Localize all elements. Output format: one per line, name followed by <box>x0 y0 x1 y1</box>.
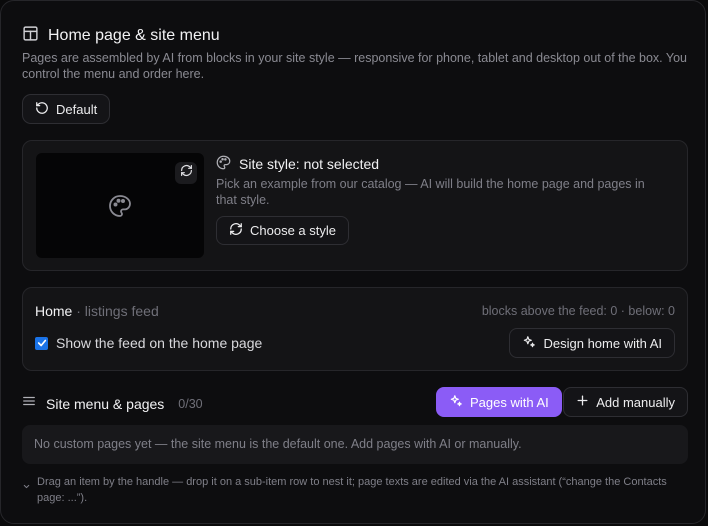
feed-title: Home · listings feed <box>35 303 159 319</box>
section-header: Home page & site menu <box>22 25 220 47</box>
settings-panel: Home page & site menu Pages are assemble… <box>0 0 706 524</box>
show-feed-label: Show the feed on the home page <box>56 335 263 351</box>
show-feed-toggle[interactable]: Show the feed on the home page <box>35 335 262 351</box>
refresh-icon <box>229 222 243 239</box>
empty-pages-message: No custom pages yet — the site menu is t… <box>22 425 688 464</box>
style-title: Site style: not selected <box>239 156 380 172</box>
pages-with-ai-button[interactable]: Pages with AI <box>436 387 562 417</box>
pages-with-ai-label: Pages with AI <box>470 394 549 410</box>
menu-lines-icon <box>22 394 36 413</box>
menu-title: Site menu & pages <box>46 395 165 412</box>
reset-icon <box>35 101 49 118</box>
feed-title-main: Home <box>35 303 73 319</box>
drag-hint-text: Drag an item by the handle — drop it on … <box>37 476 667 504</box>
feed-blocks-info: blocks above the feed: 0 · below: 0 <box>481 304 675 318</box>
layout-icon <box>22 25 39 47</box>
refresh-style-button[interactable] <box>175 162 197 184</box>
style-title-row: Site style: not selected <box>216 155 379 173</box>
style-preview <box>36 153 204 258</box>
menu-title-group: Site menu & pages 0/30 <box>22 394 203 413</box>
design-home-ai-button[interactable]: Design home with AI <box>509 328 675 358</box>
refresh-icon <box>180 164 193 182</box>
feed-title-sub: · listings feed <box>76 303 159 319</box>
check-icon <box>37 339 46 347</box>
site-style-card: Site style: not selected Pick an example… <box>22 140 688 271</box>
site-menu-header: Site menu & pages 0/30 Pages with AI Add… <box>22 387 688 417</box>
menu-count: 0/30 <box>178 396 203 411</box>
sparkles-icon <box>449 394 463 411</box>
default-button[interactable]: Default <box>22 94 111 124</box>
palette-small-icon <box>216 155 231 173</box>
add-manually-label: Add manually <box>596 394 675 410</box>
add-manually-button[interactable]: Add manually <box>563 387 688 417</box>
choose-style-label: Choose a style <box>250 223 336 238</box>
style-description: Pick an example from our catalog — AI wi… <box>216 177 645 207</box>
drag-hint: Drag an item by the handle — drop it on … <box>22 474 688 506</box>
show-feed-checkbox[interactable] <box>35 336 48 350</box>
design-home-ai-label: Design home with AI <box>543 335 662 351</box>
home-feed-card: Home · listings feed blocks above the fe… <box>22 287 688 371</box>
default-button-label: Default <box>56 101 98 117</box>
page-title: Home page & site menu <box>48 27 220 44</box>
plus-icon <box>576 394 589 410</box>
chevron-down-icon <box>22 480 31 506</box>
palette-icon <box>108 194 132 223</box>
sparkles-icon <box>522 335 536 352</box>
section-description: Pages are assembled by AI from blocks in… <box>22 51 687 81</box>
choose-style-button[interactable]: Choose a style <box>216 216 349 245</box>
